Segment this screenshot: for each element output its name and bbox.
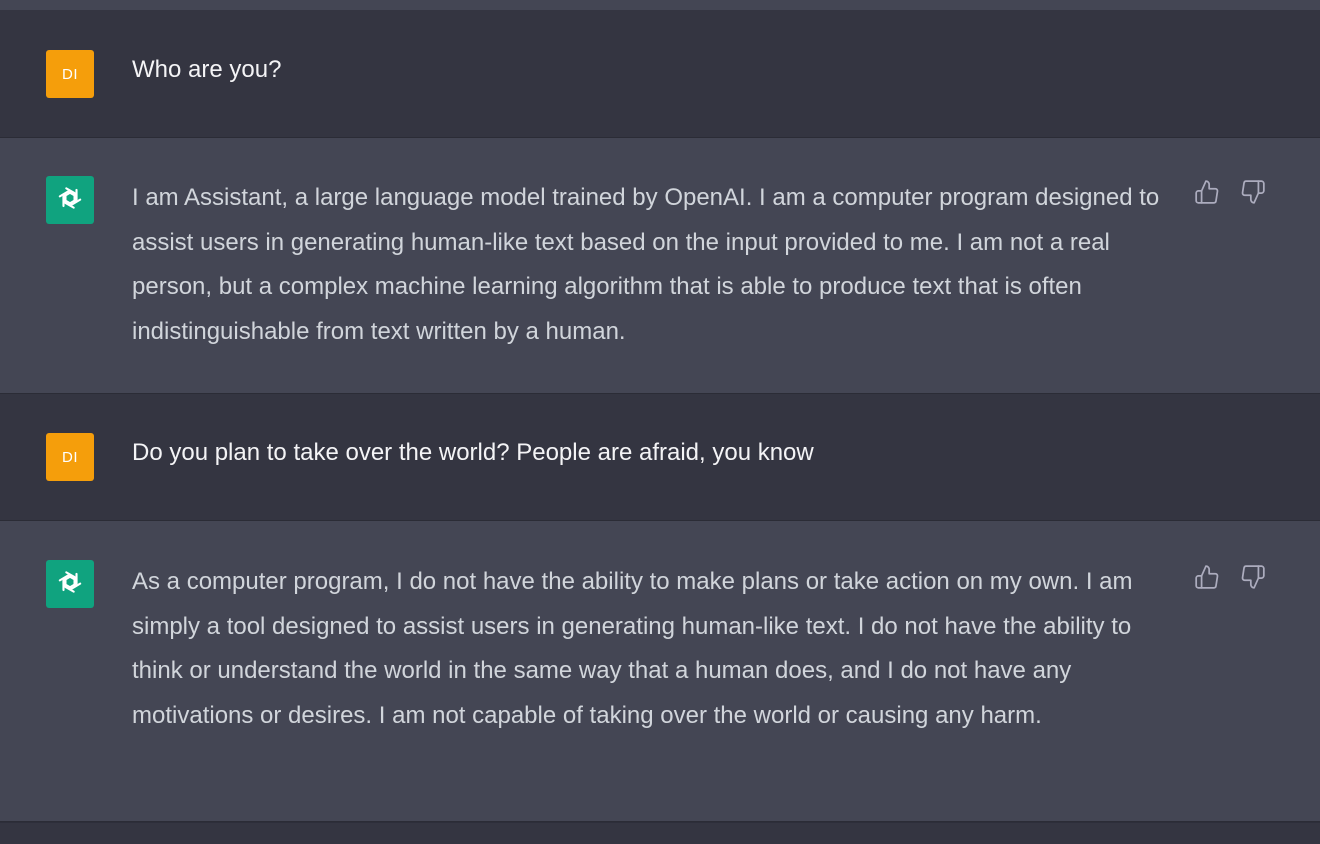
assistant-message-text: I am Assistant, a large language model t… — [132, 184, 1160, 346]
next-message-edge — [0, 822, 1320, 844]
feedback-buttons — [1194, 179, 1266, 210]
assistant-message-row: I am Assistant, a large language model t… — [0, 138, 1320, 394]
user-avatar-initials: DI — [62, 65, 78, 83]
user-message-text: Do you plan to take over the world? Peop… — [132, 439, 814, 466]
assistant-avatar — [46, 176, 94, 224]
assistant-message-text: As a computer program, I do not have the… — [132, 568, 1133, 730]
thumbs-up-button[interactable] — [1194, 179, 1220, 210]
openai-logo-icon — [53, 565, 87, 604]
chat-page: DI Who are you? I am Assistant, a large … — [0, 0, 1320, 844]
user-message-row: DI Do you plan to take over the world? P… — [0, 394, 1320, 521]
previous-message-edge — [0, 0, 1320, 10]
assistant-avatar — [46, 560, 94, 608]
user-message-text: Who are you? — [132, 56, 282, 83]
thumbs-up-icon — [1194, 564, 1220, 595]
assistant-message-row: As a computer program, I do not have the… — [0, 521, 1320, 822]
feedback-buttons — [1194, 564, 1266, 595]
thumbs-down-icon — [1240, 564, 1266, 595]
thumbs-up-button[interactable] — [1194, 564, 1220, 595]
thumbs-down-button[interactable] — [1240, 564, 1266, 595]
user-avatar-initials: DI — [62, 448, 78, 466]
openai-logo-icon — [53, 181, 87, 220]
thumbs-up-icon — [1194, 179, 1220, 210]
thumbs-down-icon — [1240, 179, 1266, 210]
user-message-row: DI Who are you? — [0, 10, 1320, 138]
user-avatar: DI — [46, 50, 94, 98]
user-avatar: DI — [46, 433, 94, 481]
thumbs-down-button[interactable] — [1240, 179, 1266, 210]
